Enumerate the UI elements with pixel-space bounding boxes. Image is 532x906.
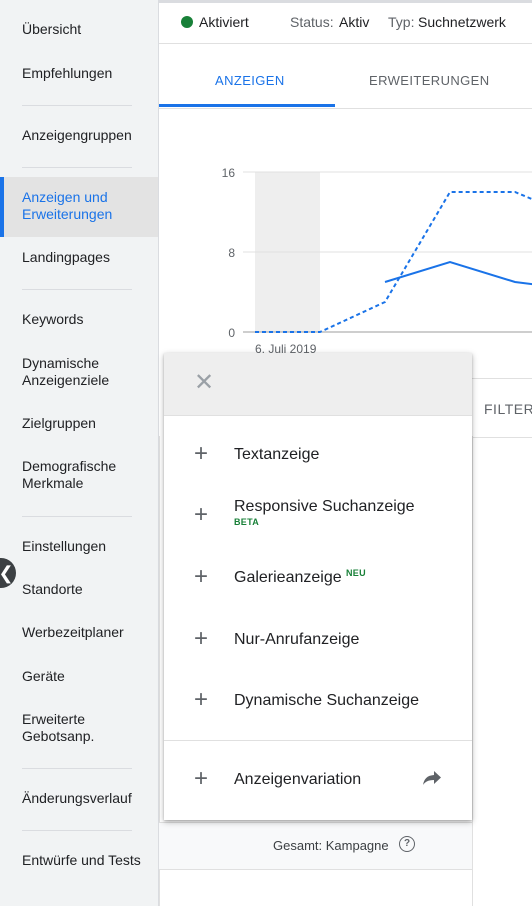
plus-icon: +: [194, 625, 209, 652]
sidebar-item-aenderungsverlauf[interactable]: Änderungsverlauf: [22, 790, 152, 807]
campaign-status-bar: Aktiviert Status: Aktiv Typ: Suchnetzwer…: [159, 3, 532, 44]
sidebar-item-landingpages[interactable]: Landingpages: [22, 249, 152, 266]
menu-divider: [164, 740, 472, 741]
menu-item-label: Responsive Suchanzeige: [234, 498, 415, 515]
y-tick-label: 8: [228, 246, 235, 260]
total-row: Gesamt: Kampagne ?: [159, 822, 472, 870]
status-enabled-text[interactable]: Aktiviert: [199, 14, 249, 30]
share-arrow-icon[interactable]: [422, 770, 442, 786]
sidebar-nav: Übersicht Empfehlungen Anzeigengruppen A…: [0, 0, 159, 906]
collapse-sidebar-button[interactable]: ❮: [0, 558, 16, 588]
total-campaign-label: Gesamt: Kampagne: [273, 838, 389, 853]
type-label: Typ:: [388, 14, 415, 30]
menu-item-textanzeige[interactable]: + Textanzeige: [164, 430, 472, 480]
sidebar-item-uebersicht[interactable]: Übersicht: [22, 21, 152, 38]
table-column-divider: [472, 436, 473, 906]
sidebar-divider: [22, 105, 132, 106]
menu-item-label: Dynamische Suchanzeige: [234, 692, 419, 709]
tab-anzeigen[interactable]: ANZEIGEN: [215, 73, 285, 88]
performance-chart: 16 8 0 6. Juli 2019: [222, 166, 532, 356]
plus-icon: +: [194, 765, 209, 792]
series-line-solid: [384, 260, 532, 286]
plus-icon: +: [194, 686, 209, 713]
menu-item-dynamische-suchanzeige[interactable]: + Dynamische Suchanzeige: [164, 676, 472, 726]
menu-item-label: Nur-Anrufanzeige: [234, 631, 360, 648]
sidebar-divider: [22, 516, 132, 517]
plus-icon: +: [194, 563, 209, 590]
tab-erweiterungen[interactable]: ERWEITERUNGEN: [369, 73, 490, 88]
help-icon[interactable]: ?: [399, 836, 415, 852]
menu-item-galerieanzeige[interactable]: + Galerieanzeige NEU: [164, 553, 472, 603]
status-label: Status:: [290, 14, 334, 30]
sidebar-item-entwuerfe-und-tests[interactable]: Entwürfe und Tests: [22, 852, 152, 869]
sidebar-item-geraete[interactable]: Geräte: [22, 668, 152, 685]
close-icon[interactable]: ✕: [194, 371, 214, 395]
sidebar-item-einstellungen[interactable]: Einstellungen: [22, 538, 152, 555]
status-value: Aktiv: [339, 14, 370, 30]
create-ad-menu: ✕ + Textanzeige + Responsive Suchanzeige…: [164, 353, 472, 820]
sidebar-divider: [22, 167, 132, 168]
sidebar-item-anzeigen-und-erweiterungen[interactable]: Anzeigen und Erweiterungen: [22, 189, 152, 223]
chevron-left-icon: ❮: [0, 563, 14, 584]
sidebar-item-keywords[interactable]: Keywords: [22, 311, 152, 328]
beta-badge: BETA: [234, 517, 260, 527]
menu-header: ✕: [164, 353, 472, 416]
tab-bar: ANZEIGEN ERWEITERUNGEN: [159, 44, 532, 109]
sidebar-item-empfehlungen[interactable]: Empfehlungen: [22, 65, 152, 82]
sidebar-item-erweiterte-gebotsanp[interactable]: Erweiterte Gebotsanp.: [22, 711, 152, 745]
menu-item-nur-anrufanzeige[interactable]: + Nur-Anrufanzeige: [164, 615, 472, 665]
y-tick-label: 16: [222, 166, 236, 180]
plus-icon: +: [194, 440, 209, 467]
active-tab-underline: [159, 104, 335, 107]
new-badge: NEU: [346, 568, 366, 578]
plus-icon: +: [194, 501, 209, 528]
y-tick-label: 0: [228, 326, 235, 340]
sidebar-divider: [22, 768, 132, 769]
sidebar-item-standorte[interactable]: Standorte: [22, 581, 152, 598]
menu-item-label: Textanzeige: [234, 446, 320, 463]
sidebar-item-zielgruppen[interactable]: Zielgruppen: [22, 415, 152, 432]
sidebar-item-dynamische-anzeigenziele[interactable]: Dynamische Anzeigenziele: [22, 355, 152, 389]
sidebar-item-demografische-merkmale[interactable]: Demografische Merkmale: [22, 458, 152, 492]
status-dot-icon: [181, 16, 193, 28]
sidebar-item-werbezeitplaner[interactable]: Werbezeitplaner: [22, 624, 152, 641]
menu-item-label: Anzeigenvariation: [234, 771, 362, 788]
menu-item-label: Galerieanzeige: [234, 569, 342, 586]
sidebar-active-indicator: [0, 177, 4, 237]
sidebar-item-anzeigengruppen[interactable]: Anzeigengruppen: [22, 127, 152, 144]
type-value: Suchnetzwerk: [418, 14, 506, 30]
sidebar-divider: [22, 289, 132, 290]
filter-bar[interactable]: FILTER: [472, 378, 532, 438]
menu-item-responsive-suchanzeige[interactable]: + Responsive Suchanzeige BETA: [164, 491, 472, 541]
sidebar-divider: [22, 830, 132, 831]
filter-label[interactable]: FILTER: [484, 401, 532, 417]
